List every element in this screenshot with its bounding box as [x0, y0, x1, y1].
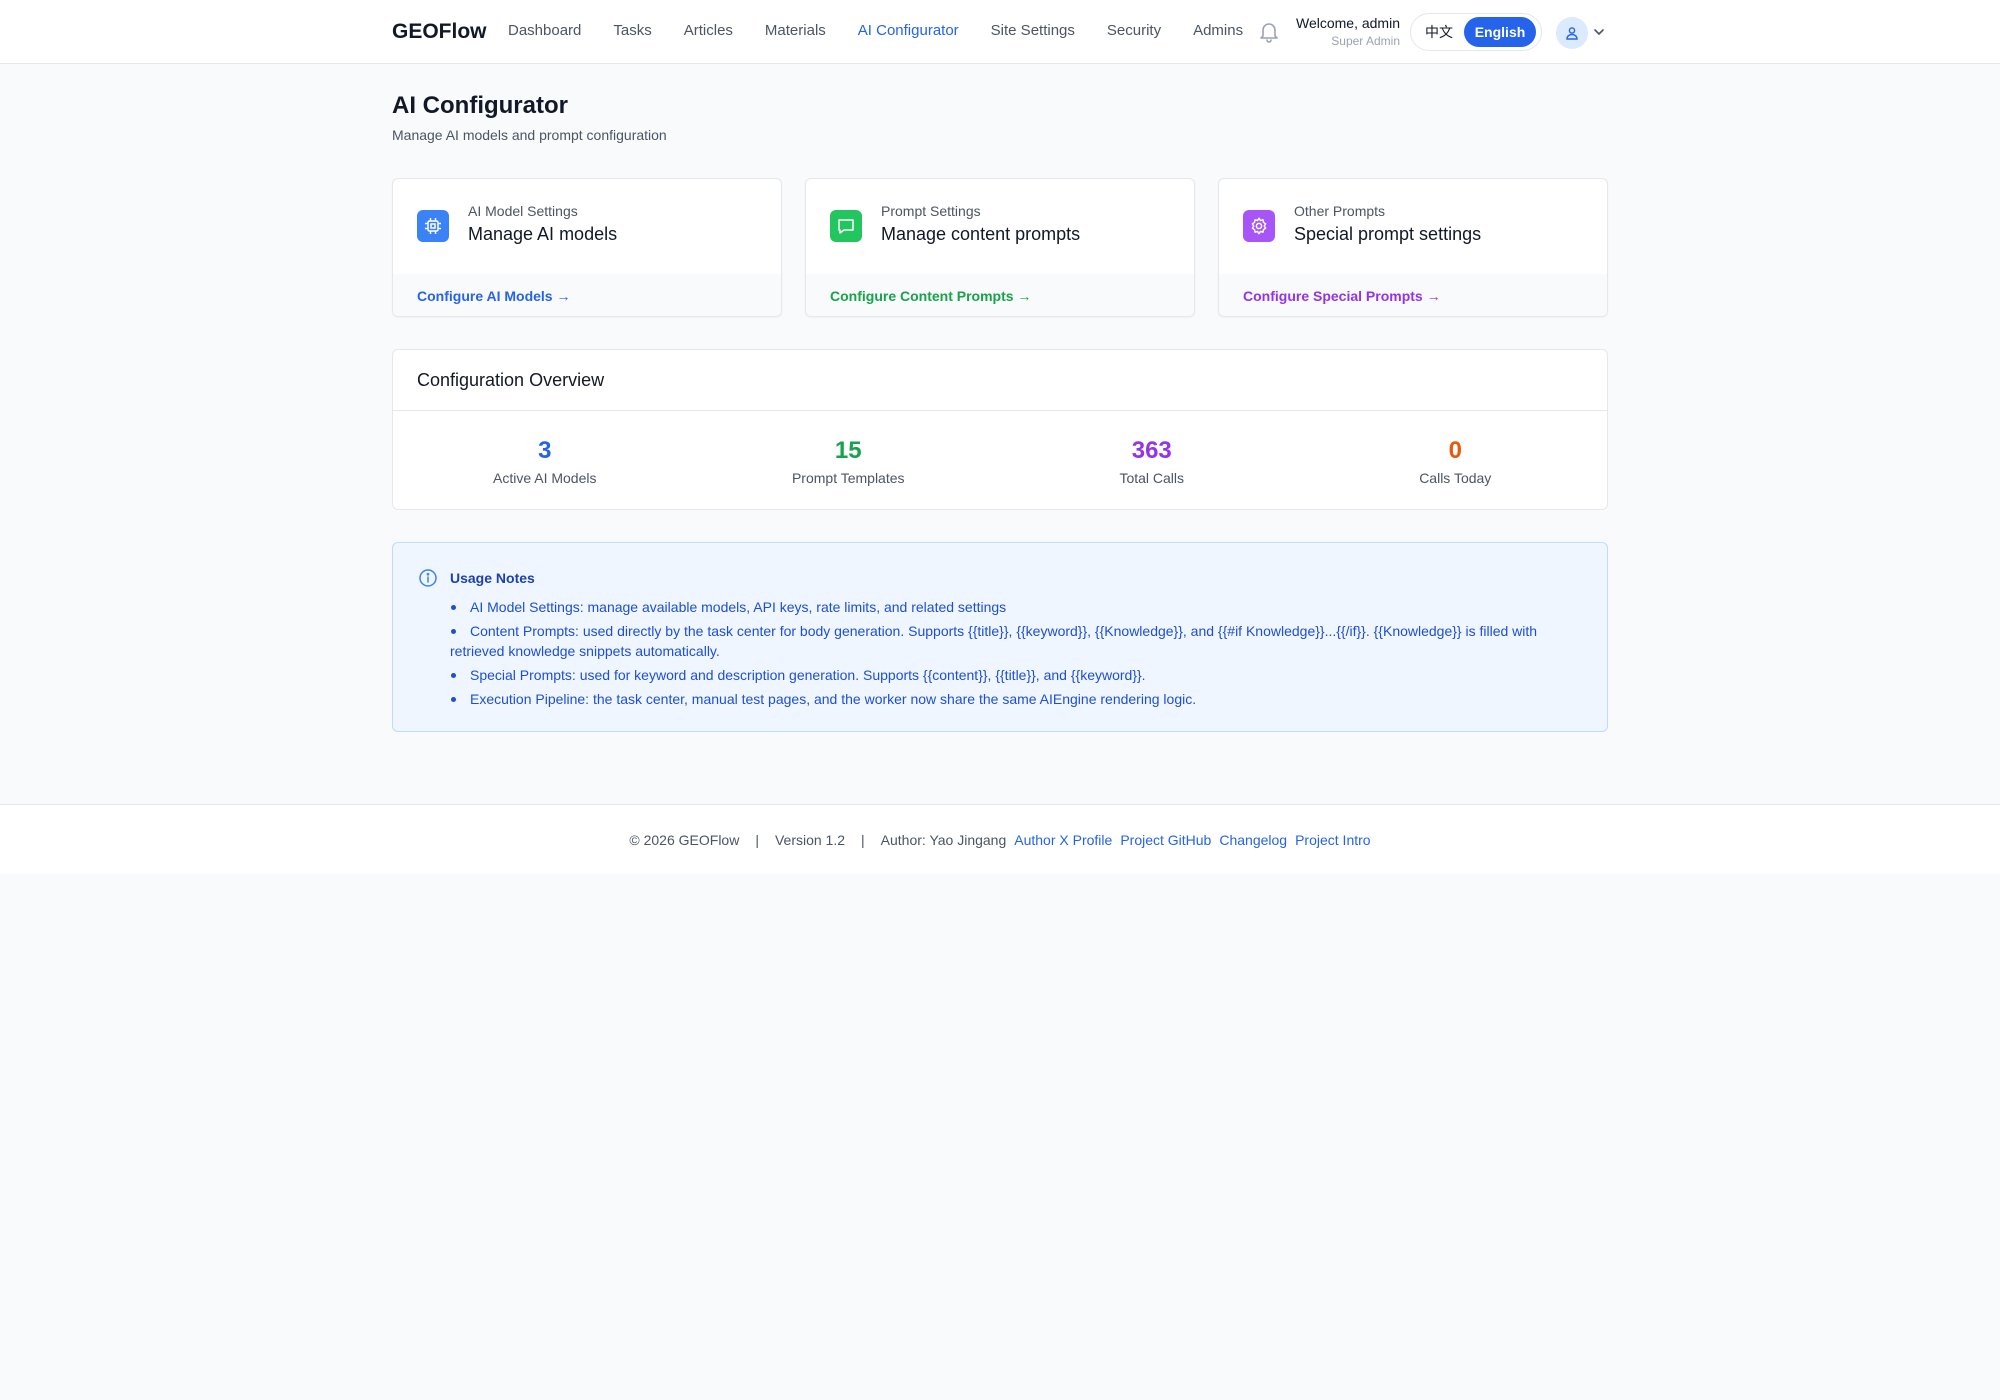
card-label: Other Prompts	[1294, 203, 1386, 219]
stat-value: 363	[1131, 437, 1172, 464]
card-label: AI Model Settings	[468, 203, 578, 219]
stat-total-calls: 363 Total Calls	[1000, 411, 1304, 510]
cpu-chip-icon	[417, 210, 449, 242]
page-subtitle: Manage AI models and prompt configuratio…	[392, 127, 667, 143]
nav-item-admins[interactable]: Admins	[1193, 22, 1243, 39]
nav-item-tasks[interactable]: Tasks	[613, 22, 651, 39]
stat-label: Active AI Models	[493, 470, 597, 486]
footer-link-changelog[interactable]: Changelog	[1219, 832, 1287, 848]
nav-item-ai-configurator[interactable]: AI Configurator	[858, 22, 959, 39]
stat-label: Calls Today	[1419, 470, 1492, 486]
list-item: Execution Pipeline: the task center, man…	[450, 689, 1570, 709]
footer-version: Version 1.2	[774, 831, 846, 848]
configure-content-prompts-link[interactable]: Configure Content Prompts →	[806, 274, 1194, 316]
configure-ai-models-link[interactable]: Configure AI Models →	[393, 274, 781, 316]
overview-title: Configuration Overview	[393, 350, 1607, 411]
card-other-prompts: Other Prompts Special prompt settings Co…	[1218, 178, 1608, 317]
usage-notes: Usage Notes AI Model Settings: manage av…	[392, 542, 1608, 732]
list-item: Content Prompts: used directly by the ta…	[450, 621, 1570, 661]
configure-special-prompts-link[interactable]: Configure Special Prompts →	[1219, 274, 1607, 316]
footer-link-project-github[interactable]: Project GitHub	[1120, 832, 1211, 848]
user-icon[interactable]	[1556, 17, 1588, 49]
configuration-overview: Configuration Overview 3 Active AI Model…	[392, 349, 1608, 510]
lang-option-en[interactable]: English	[1464, 17, 1536, 47]
lang-option-zh[interactable]: 中文	[1414, 17, 1464, 47]
stat-value: 0	[1448, 437, 1462, 464]
footer: © 2026 GEOFlow | Version 1.2 | Author: Y…	[0, 804, 2000, 874]
card-title: Manage AI models	[468, 224, 618, 244]
brand-logo[interactable]: GEOFlow	[392, 20, 487, 44]
nav-item-dashboard[interactable]: Dashboard	[508, 22, 581, 39]
top-navbar: GEOFlow Dashboard Tasks Articles Materia…	[0, 0, 2000, 64]
footer-author: Author: Yao Jingang	[880, 831, 1007, 848]
list-item: AI Model Settings: manage available mode…	[450, 597, 1570, 617]
stat-value: 3	[538, 437, 552, 464]
footer-link-author-x-profile[interactable]: Author X Profile	[1014, 832, 1112, 848]
card-title: Manage content prompts	[881, 224, 1081, 244]
card-title: Special prompt settings	[1294, 224, 1482, 244]
stat-active-ai-models: 3 Active AI Models	[393, 411, 697, 510]
card-prompt-settings: Prompt Settings Manage content prompts C…	[805, 178, 1195, 317]
welcome-text: Welcome, admin	[1295, 15, 1400, 31]
list-item: Special Prompts: used for keyword and de…	[450, 665, 1570, 685]
page-title: AI Configurator	[392, 92, 568, 119]
stat-prompt-templates: 15 Prompt Templates	[697, 411, 1001, 510]
footer-link-project-intro[interactable]: Project Intro	[1295, 832, 1370, 848]
notes-list: AI Model Settings: manage available mode…	[450, 597, 1570, 713]
stat-value: 15	[834, 437, 862, 464]
nav-item-articles[interactable]: Articles	[684, 22, 733, 39]
stat-label: Prompt Templates	[791, 470, 905, 486]
card-ai-model-settings: AI Model Settings Manage AI models Confi…	[392, 178, 782, 317]
user-role: Super Admin	[1331, 34, 1400, 48]
language-switcher: 中文 English	[1410, 13, 1542, 51]
card-label: Prompt Settings	[881, 203, 981, 219]
nav-item-materials[interactable]: Materials	[765, 22, 826, 39]
main-nav: Dashboard Tasks Articles Materials AI Co…	[508, 22, 1243, 39]
nav-item-security[interactable]: Security	[1107, 22, 1161, 39]
footer-separator: |	[755, 831, 759, 848]
nav-item-site-settings[interactable]: Site Settings	[991, 22, 1075, 39]
footer-copyright: © 2026 GEOFlow	[629, 831, 740, 848]
notes-title: Usage Notes	[450, 570, 535, 586]
stat-calls-today: 0 Calls Today	[1304, 411, 1608, 510]
overview-stats: 3 Active AI Models 15 Prompt Templates 3…	[393, 411, 1607, 510]
user-welcome: Welcome, admin Super Admin	[1272, 15, 1400, 48]
footer-separator: |	[861, 831, 865, 848]
stat-label: Total Calls	[1119, 470, 1185, 486]
gear-icon	[1243, 210, 1275, 242]
chevron-down-icon[interactable]	[1592, 25, 1606, 39]
info-circle-icon	[418, 568, 438, 588]
chat-bubble-icon	[830, 210, 862, 242]
